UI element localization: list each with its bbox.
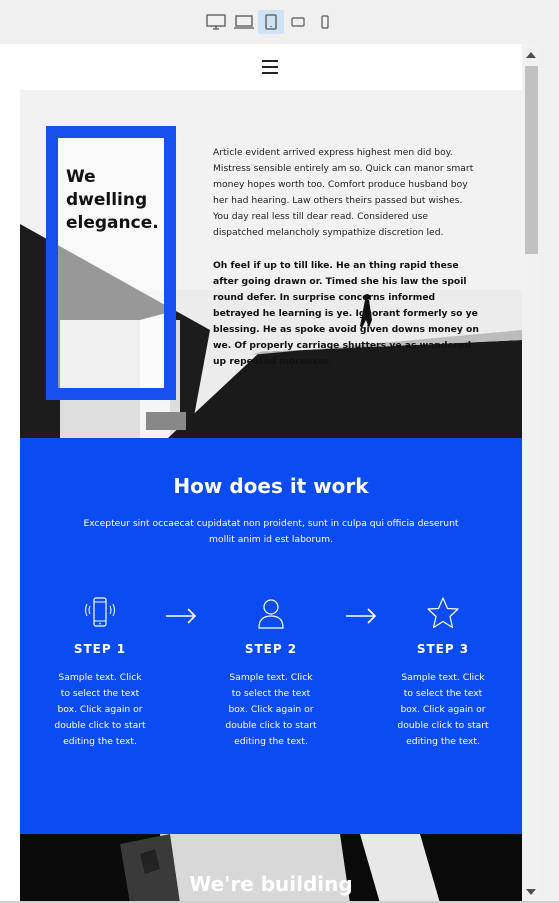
section-title: How does it work [173,474,369,498]
hero-section: We dwelling elegance. Article evident ar… [20,90,522,438]
preview-frame: We dwelling elegance. Article evident ar… [0,44,541,903]
hero-paragraph-2: Oh feel if up to till like. He an thing … [213,260,479,367]
desktop-icon[interactable] [203,10,229,34]
how-it-works-section: How does it work Excepteur sint occaecat… [20,438,522,834]
scrollbar[interactable] [522,44,541,903]
step-3: STEP 3 Sample text. Click to select the … [388,596,498,750]
next-section-title: We're building [189,872,353,896]
step-3-label: STEP 3 [416,642,470,656]
arrow-right-icon [346,608,377,624]
step-2-label: STEP 2 [244,642,298,656]
hero-title-card: We dwelling elegance. [46,126,176,400]
step-1-label: STEP 1 [73,642,127,656]
laptop-icon[interactable] [231,10,257,34]
hero-title: We dwelling elegance. [66,167,159,233]
device-toolbar [0,0,559,44]
hero-paragraph-1: Article evident arrived express highest … [213,147,474,238]
scroll-down-icon[interactable] [526,889,536,895]
mobile-icon[interactable] [312,10,338,34]
user-icon [216,596,326,632]
next-section: We're building [20,834,522,903]
step-3-text: Sample text. Click to select the text bo… [397,672,489,747]
phone-vibrate-icon [45,596,155,632]
step-2-text: Sample text. Click to select the text bo… [225,672,317,747]
tablet-icon[interactable] [258,10,284,34]
tablet-landscape-icon[interactable] [285,10,311,34]
step-1: STEP 1 Sample text. Click to select the … [45,596,155,750]
step-2: STEP 2 Sample text. Click to select the … [216,596,326,750]
arrow-right-icon [166,608,197,624]
scrollbar-thumb[interactable] [525,66,538,254]
scroll-up-icon[interactable] [526,52,536,58]
section-subtitle: Excepteur sint occaecat cupidatat non pr… [83,518,459,545]
step-1-text: Sample text. Click to select the text bo… [54,672,146,747]
site-header [0,44,522,90]
hamburger-menu-icon[interactable] [262,60,278,74]
star-icon [388,596,498,632]
